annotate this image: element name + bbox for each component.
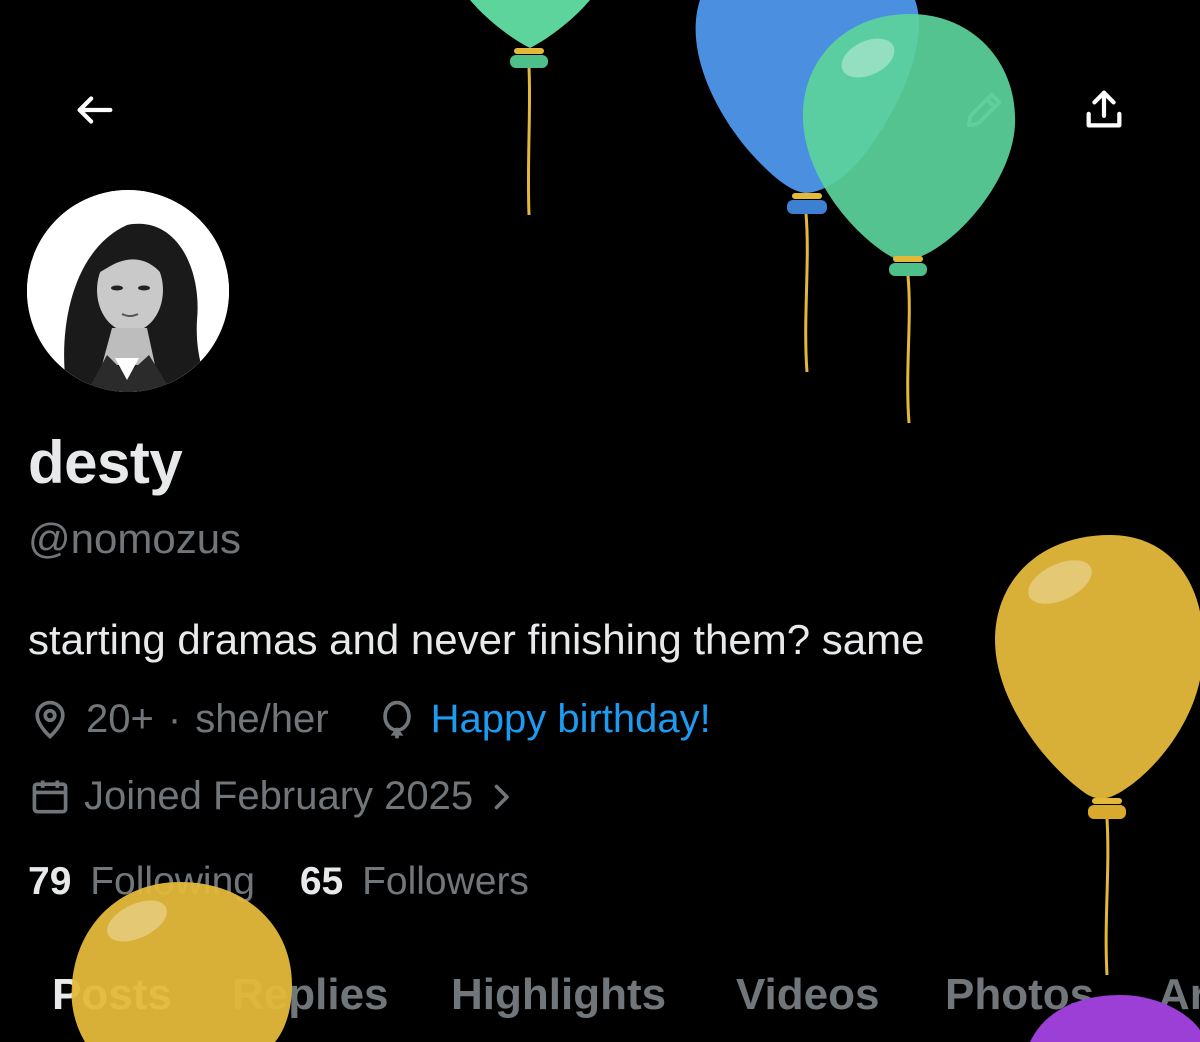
grok-button[interactable] bbox=[715, 78, 779, 142]
balloon-icon bbox=[382, 700, 411, 738]
location-pin-icon bbox=[35, 700, 65, 739]
location-text: 20+ bbox=[86, 697, 154, 741]
edit-button[interactable] bbox=[952, 78, 1016, 142]
handle: @nomozus bbox=[28, 515, 242, 562]
tab-videos[interactable]: Videos bbox=[736, 970, 879, 1020]
avatar-photo bbox=[27, 190, 229, 392]
following-label: Following bbox=[90, 860, 255, 903]
tab-photos[interactable]: Photos bbox=[945, 970, 1094, 1020]
birthday-link[interactable]: Happy birthday! bbox=[431, 697, 711, 742]
profile-meta-row: 20+ · she/her Happy birthday! bbox=[28, 697, 711, 742]
green-balloon-right bbox=[802, 14, 1016, 424]
tab-posts[interactable]: Posts bbox=[52, 970, 172, 1020]
display-name: desty bbox=[28, 429, 183, 496]
tab-replies[interactable]: Replies bbox=[232, 970, 389, 1020]
search-button[interactable] bbox=[833, 78, 897, 142]
separator-dot: · bbox=[167, 697, 182, 741]
grok-icon bbox=[729, 92, 765, 128]
search-icon bbox=[847, 92, 885, 130]
followers-count: 65 bbox=[299, 860, 344, 903]
yellow-balloon-right bbox=[995, 535, 1200, 976]
tab-articles[interactable]: Ar bbox=[1158, 970, 1200, 1020]
arrow-left-icon bbox=[77, 96, 113, 124]
joined-text: Joined February 2025 bbox=[84, 774, 474, 818]
blue-balloon bbox=[695, 0, 919, 373]
avatar[interactable] bbox=[27, 190, 229, 392]
share-button[interactable] bbox=[1072, 78, 1136, 142]
tab-highlights[interactable]: Highlights bbox=[451, 970, 666, 1020]
pencil-icon bbox=[966, 92, 1002, 128]
calendar-icon bbox=[32, 780, 68, 813]
follow-stats: 79 Following 65 Followers bbox=[28, 860, 529, 904]
bio: starting dramas and never finishing them… bbox=[28, 616, 925, 663]
pronouns-text: she/her bbox=[195, 697, 329, 741]
chevron-right-icon bbox=[494, 784, 509, 809]
share-icon bbox=[1086, 90, 1122, 128]
following-link[interactable]: 79 Following bbox=[28, 860, 266, 903]
following-count: 79 bbox=[28, 860, 72, 903]
followers-link[interactable]: 65 Followers bbox=[300, 860, 529, 903]
followers-label: Followers bbox=[362, 860, 529, 903]
joined-row[interactable]: Joined February 2025 bbox=[28, 774, 519, 819]
back-button[interactable] bbox=[63, 78, 127, 142]
green-balloon-top bbox=[470, 0, 590, 216]
